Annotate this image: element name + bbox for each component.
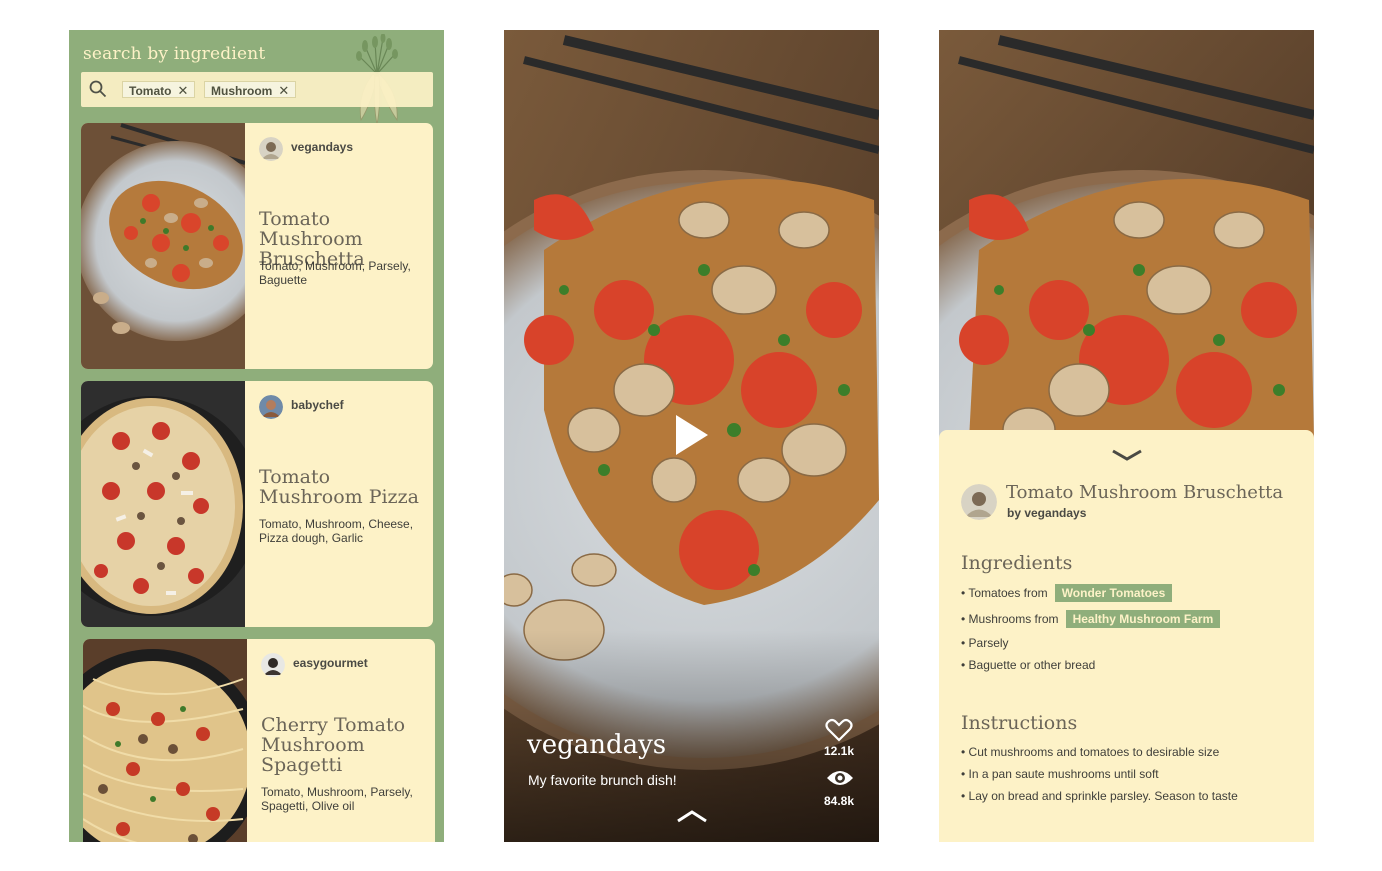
recipe-photo	[939, 30, 1314, 440]
ingredient-item: • Mushrooms from Healthy Mushroom Farm	[961, 610, 1221, 628]
ingredient-text: • Tomatoes from	[961, 586, 1048, 600]
chevron-up-icon[interactable]	[676, 809, 708, 823]
chevron-down-icon[interactable]	[1111, 448, 1143, 462]
recipe-card-spagetti[interactable]: easygourmet Cherry Tomato Mushroom Spage…	[83, 639, 435, 842]
search-bar[interactable]: Tomato ✕ Mushroom ✕	[81, 72, 433, 107]
recipe-author[interactable]: by vegandays	[1007, 506, 1086, 520]
ingredient-text: • Baguette or other bread	[961, 658, 1096, 672]
eye-icon	[827, 771, 853, 785]
recipe-sheet: Tomato Mushroom Bruschetta by vegandays …	[939, 430, 1314, 842]
recipe-ingredients: Tomato, Mushroom, Cheese, Pizza dough, G…	[259, 517, 414, 545]
recipe-title: Tomato Mushroom Bruschetta	[1006, 482, 1284, 503]
chip-close-icon[interactable]: ✕	[278, 83, 289, 98]
ingredient-text: • Mushrooms from	[961, 612, 1059, 626]
recipe-photo	[81, 381, 245, 627]
ingredient-text: • Parsely	[961, 636, 1009, 650]
username[interactable]: babychef	[291, 398, 344, 412]
avatar[interactable]	[261, 653, 285, 677]
ingredient-chip-mushroom[interactable]: Mushroom ✕	[204, 81, 297, 98]
supplier-tag[interactable]: Wonder Tomatoes	[1054, 584, 1173, 602]
recipe-title[interactable]: Cherry Tomato Mushroom Spagetti	[261, 715, 433, 775]
recipe-photo	[83, 639, 247, 842]
username[interactable]: easygourmet	[293, 656, 368, 670]
video-screen[interactable]: vegandays My favorite brunch dish! 12.1k…	[504, 30, 879, 842]
search-title: search by ingredient	[83, 44, 266, 64]
instructions-heading: Instructions	[961, 712, 1078, 734]
recipe-ingredients: Tomato, Mushroom, Parsely, Spagetti, Oli…	[261, 785, 413, 813]
instruction-step: • Lay on bread and sprinkle parsley. Sea…	[961, 789, 1238, 803]
recipe-card-pizza[interactable]: babychef Tomato Mushroom Pizza Tomato, M…	[81, 381, 433, 627]
instruction-step: • In a pan saute mushrooms until soft	[961, 767, 1159, 781]
recipe-ingredients: Tomato, Mushroom, Parsely, Baguette	[259, 259, 411, 287]
play-icon[interactable]	[674, 413, 710, 457]
ingredient-item: • Baguette or other bread	[961, 656, 1095, 674]
avatar[interactable]	[259, 395, 283, 419]
like-count: 12.1k	[823, 744, 855, 758]
recipe-photo	[81, 123, 245, 369]
search-screen: search by ingredient Tomato ✕ Mushroom ✕	[69, 30, 444, 842]
chip-close-icon[interactable]: ✕	[177, 83, 188, 98]
ingredient-chip-tomato[interactable]: Tomato ✕	[122, 81, 196, 98]
recipe-title[interactable]: Tomato Mushroom Pizza	[259, 467, 431, 507]
avatar[interactable]	[961, 484, 997, 520]
instruction-step: • Cut mushrooms and tomatoes to desirabl…	[961, 745, 1220, 759]
video-caption: My favorite brunch dish!	[528, 772, 677, 788]
avatar[interactable]	[259, 137, 283, 161]
username[interactable]: vegandays	[291, 140, 353, 154]
recipe-detail-screen: Tomato Mushroom Bruschetta by vegandays …	[939, 30, 1314, 842]
view-count: 84.8k	[823, 794, 855, 808]
supplier-tag[interactable]: Healthy Mushroom Farm	[1065, 610, 1221, 628]
recipe-card-bruschetta[interactable]: vegandays Tomato Mushroom Bruschetta Tom…	[81, 123, 433, 369]
chip-label: Mushroom	[211, 84, 273, 98]
video-username[interactable]: vegandays	[527, 730, 666, 760]
ingredient-item: • Tomatoes from Wonder Tomatoes	[961, 584, 1173, 602]
search-icon[interactable]	[89, 80, 107, 98]
ingredients-heading: Ingredients	[961, 552, 1073, 574]
heart-icon[interactable]	[824, 718, 854, 742]
ingredient-item: • Parsely	[961, 634, 1009, 652]
chip-label: Tomato	[129, 84, 172, 98]
